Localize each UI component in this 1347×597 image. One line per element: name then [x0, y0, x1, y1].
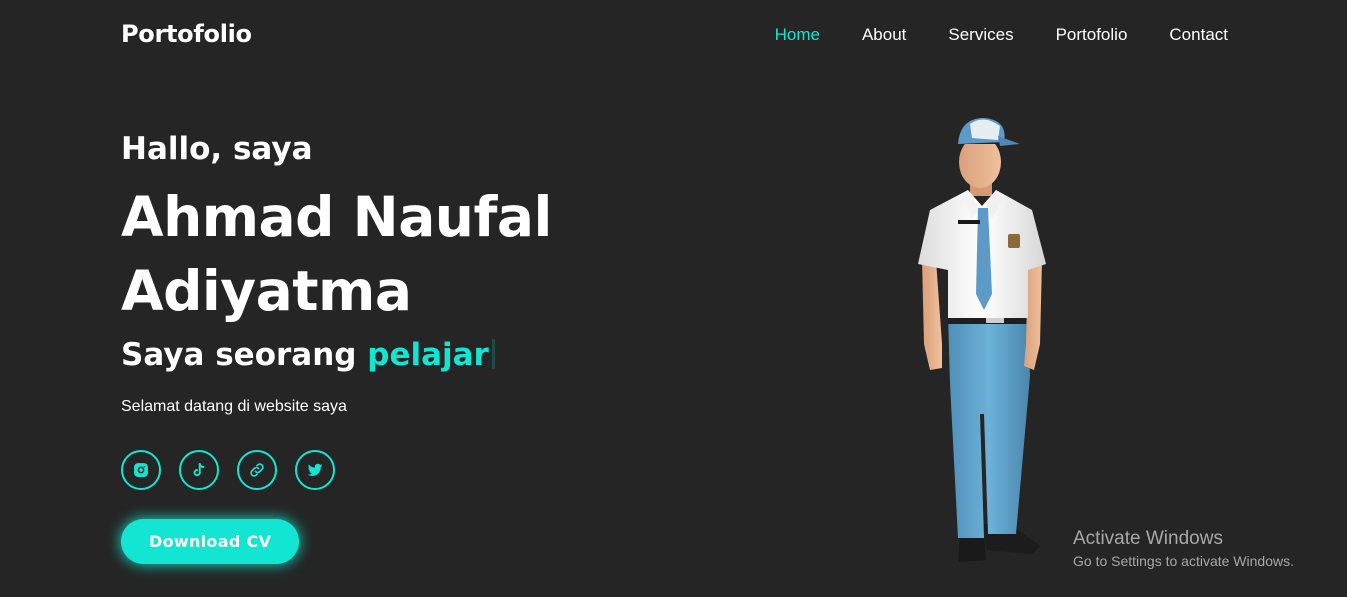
- nav-home[interactable]: Home: [775, 25, 820, 45]
- watermark-title: Activate Windows: [1073, 528, 1223, 549]
- twitter-icon[interactable]: [295, 450, 335, 490]
- hero-name-line2: Adiyatma: [121, 259, 412, 323]
- link-icon[interactable]: [237, 450, 277, 490]
- student-illustration: [912, 114, 1052, 569]
- nav-about[interactable]: About: [862, 25, 906, 45]
- hero-role-prefix: Saya seorang: [121, 337, 357, 373]
- hero-name-line1: Ahmad Naufal: [121, 185, 552, 249]
- main-nav: Home About Services Portofolio Contact: [775, 25, 1228, 45]
- hero-role: Saya seorang pelajar: [121, 334, 552, 376]
- download-cv-button[interactable]: Download CV: [121, 519, 300, 564]
- watermark-subtitle: Go to Settings to activate Windows.: [1073, 553, 1294, 569]
- nav-contact[interactable]: Contact: [1169, 25, 1228, 45]
- nav-services[interactable]: Services: [948, 25, 1013, 45]
- typing-cursor: [491, 339, 495, 369]
- hero-section: Hallo, saya Ahmad Naufal Adiyatma Saya s…: [121, 128, 552, 564]
- hero-welcome-text: Selamat datang di website saya: [121, 398, 347, 415]
- hero-name: Ahmad Naufal Adiyatma: [121, 180, 552, 328]
- site-logo[interactable]: Portofolio: [121, 20, 252, 48]
- tiktok-icon[interactable]: [179, 450, 219, 490]
- hero-greeting: Hallo, saya: [121, 131, 313, 167]
- windows-activation-watermark: Activate Windows Go to Settings to activ…: [1073, 528, 1294, 569]
- hero-role-accent: pelajar: [367, 337, 489, 373]
- social-links: [121, 450, 552, 490]
- nav-portofolio[interactable]: Portofolio: [1056, 25, 1128, 45]
- instagram-icon[interactable]: [121, 450, 161, 490]
